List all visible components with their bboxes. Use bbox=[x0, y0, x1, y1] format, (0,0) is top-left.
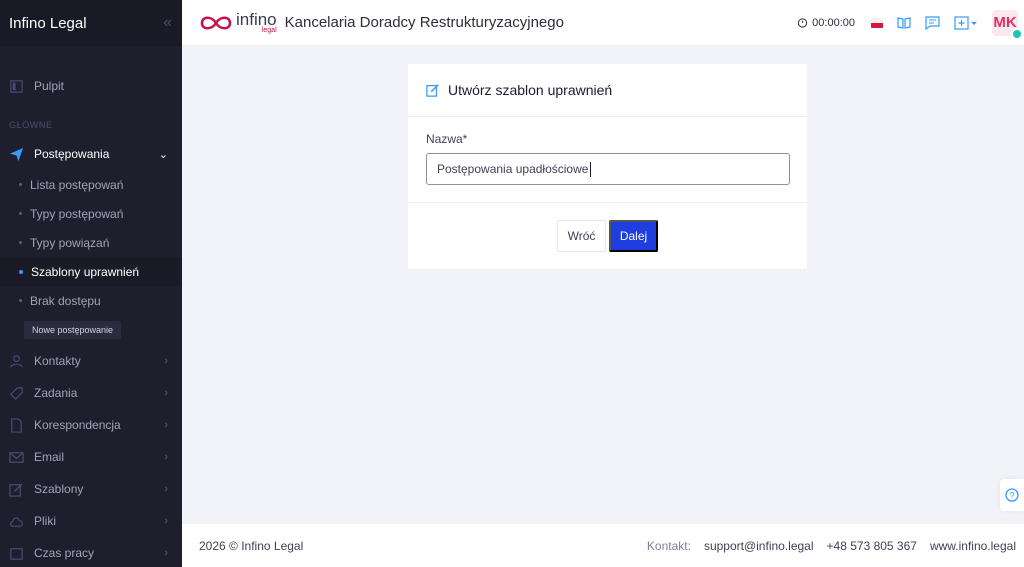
office-name: Kancelaria Doradcy Restrukturyzacyjnego bbox=[284, 14, 564, 31]
sidebar-brand-bar: Infino Legal « bbox=[0, 0, 182, 46]
edit-icon bbox=[426, 84, 439, 97]
footer-contact: Kontakt: support@infino.legal +48 573 80… bbox=[647, 539, 1016, 553]
name-input-value: Postępowania upadłościowe bbox=[437, 162, 589, 176]
sidebar-item-templates[interactable]: Szablony › bbox=[0, 473, 182, 505]
chat-icon[interactable] bbox=[925, 15, 940, 30]
chevron-right-icon: › bbox=[164, 483, 168, 495]
sidebar-subitem-relation-types[interactable]: Typy powiązań bbox=[0, 228, 182, 257]
bullet-icon bbox=[19, 212, 22, 215]
timer-value: 00:00:00 bbox=[812, 16, 855, 29]
paper-plane-icon bbox=[8, 146, 24, 162]
language-flag-button[interactable] bbox=[871, 17, 883, 28]
avatar[interactable]: MK bbox=[992, 9, 1023, 40]
bullet-icon bbox=[19, 269, 23, 274]
sidebar-item-work-time[interactable]: Czas pracy › bbox=[0, 537, 182, 567]
text-cursor bbox=[590, 161, 592, 177]
sidebar-subitem-proceeding-types[interactable]: Typy postępowań bbox=[0, 199, 182, 228]
header-actions: 00:00:00 MK bbox=[797, 9, 1024, 40]
support-email-link[interactable]: support@infino.legal bbox=[704, 539, 814, 553]
cloud-icon bbox=[8, 513, 24, 529]
sidebar-subitem-label: Typy postępowań bbox=[30, 206, 124, 221]
card-footer: Wróć Dalej bbox=[408, 203, 807, 252]
add-menu-button[interactable] bbox=[954, 15, 978, 30]
polish-flag-icon bbox=[871, 17, 883, 28]
chevrons-left-icon[interactable]: « bbox=[163, 14, 172, 32]
sidebar-subitem-permission-templates[interactable]: Szablony uprawnień bbox=[0, 257, 182, 286]
card-body: Nazwa* Postępowania upadłościowe bbox=[408, 117, 807, 203]
next-button[interactable]: Dalej bbox=[609, 220, 658, 252]
page-footer: 2026 © Infino Legal Kontakt: support@inf… bbox=[182, 524, 1024, 567]
svg-text:?: ? bbox=[1009, 491, 1014, 501]
plus-square-icon bbox=[954, 15, 977, 30]
sidebar-subitem-label: Szablony uprawnień bbox=[31, 264, 140, 279]
sidebar-item-contacts[interactable]: Kontakty › bbox=[0, 345, 182, 377]
card-header: Utwórz szablon uprawnień bbox=[408, 64, 807, 117]
sidebar-item-label: Kontakty bbox=[34, 354, 81, 368]
phone-link[interactable]: +48 573 805 367 bbox=[827, 539, 917, 553]
contact-label: Kontakt: bbox=[646, 538, 691, 553]
chevron-right-icon: › bbox=[164, 547, 168, 559]
sidebar-item-proceedings[interactable]: Postępowania ⌄ bbox=[0, 138, 182, 170]
contacts-icon bbox=[8, 353, 24, 369]
bullet-icon bbox=[19, 299, 22, 302]
name-input[interactable]: Postępowania upadłościowe bbox=[426, 153, 790, 185]
question-icon: ? bbox=[1005, 488, 1019, 502]
sidebar-nav: Pulpit GŁÓWNE Postępowania ⌄ Lista postę… bbox=[0, 46, 182, 567]
sidebar-subitem-proceedings-list[interactable]: Lista postępowań bbox=[0, 170, 182, 199]
sidebar-item-label: Korespondencja bbox=[34, 418, 121, 432]
infino-logo[interactable]: infino legal bbox=[199, 10, 277, 34]
sidebar-subitem-label: Lista postępowań bbox=[30, 177, 124, 192]
sidebar-item-label: Postępowania bbox=[34, 147, 110, 161]
tooltip-new-proceeding: Nowe postępowanie bbox=[24, 321, 122, 339]
sidebar-item-label: Email bbox=[34, 450, 65, 464]
create-template-card: Utwórz szablon uprawnień Nazwa* Postępow… bbox=[408, 64, 807, 269]
sidebar-item-email[interactable]: Email › bbox=[0, 441, 182, 473]
clock-icon bbox=[8, 545, 24, 561]
sidebar-subitem-label: Typy powiązań bbox=[30, 235, 110, 250]
sidebar-subitem-no-access[interactable]: Brak dostępu bbox=[0, 286, 182, 315]
book-icon[interactable] bbox=[897, 16, 911, 29]
infinity-logo-icon bbox=[200, 15, 232, 30]
help-button[interactable]: ? bbox=[1000, 479, 1024, 511]
name-field-label: Nazwa* bbox=[426, 132, 468, 146]
chevron-right-icon: › bbox=[164, 355, 168, 367]
chevron-right-icon: › bbox=[164, 387, 168, 399]
online-status-icon bbox=[1011, 27, 1023, 40]
sidebar-item-label: Zadania bbox=[34, 386, 78, 400]
top-header: infino legal Kancelaria Doradcy Restrukt… bbox=[182, 0, 1024, 46]
sidebar-section-heading: GŁÓWNE bbox=[9, 120, 53, 130]
logo-subtext: legal bbox=[261, 26, 277, 34]
envelope-icon bbox=[8, 449, 24, 465]
chevron-right-icon: › bbox=[164, 515, 168, 527]
chevron-right-icon: › bbox=[164, 451, 168, 463]
tag-icon bbox=[8, 385, 24, 401]
edit-icon bbox=[8, 481, 24, 497]
sidebar-item-correspondence[interactable]: Korespondencja › bbox=[0, 409, 182, 441]
brand-name: Infino Legal bbox=[9, 14, 87, 32]
sidebar: Infino Legal « Pulpit GŁÓWNE Postępowani… bbox=[0, 0, 182, 567]
work-timer[interactable]: 00:00:00 bbox=[797, 17, 855, 29]
bullet-icon bbox=[19, 241, 22, 244]
stopwatch-icon bbox=[797, 18, 808, 28]
bullet-icon bbox=[19, 183, 22, 186]
chevron-right-icon: › bbox=[164, 419, 168, 431]
dashboard-icon bbox=[8, 78, 24, 94]
back-button[interactable]: Wróć bbox=[557, 220, 606, 252]
card-title: Utwórz szablon uprawnień bbox=[448, 82, 613, 98]
sidebar-item-files[interactable]: Pliki › bbox=[0, 505, 182, 537]
sidebar-item-dashboard[interactable]: Pulpit bbox=[0, 70, 182, 102]
sidebar-subitem-label: Brak dostępu bbox=[30, 293, 101, 308]
document-icon bbox=[8, 417, 24, 433]
sidebar-item-label: Czas pracy bbox=[34, 546, 95, 560]
sidebar-item-label: Pliki bbox=[34, 514, 57, 528]
chevron-down-icon: ⌄ bbox=[158, 148, 168, 161]
sidebar-item-label: Pulpit bbox=[34, 79, 65, 93]
sidebar-item-tasks[interactable]: Zadania › bbox=[0, 377, 182, 409]
copyright: 2026 © Infino Legal bbox=[199, 538, 304, 553]
website-link[interactable]: www.infino.legal bbox=[930, 539, 1016, 553]
logo-wordmark: infino legal bbox=[236, 10, 277, 34]
sidebar-item-label: Szablony bbox=[34, 482, 84, 496]
